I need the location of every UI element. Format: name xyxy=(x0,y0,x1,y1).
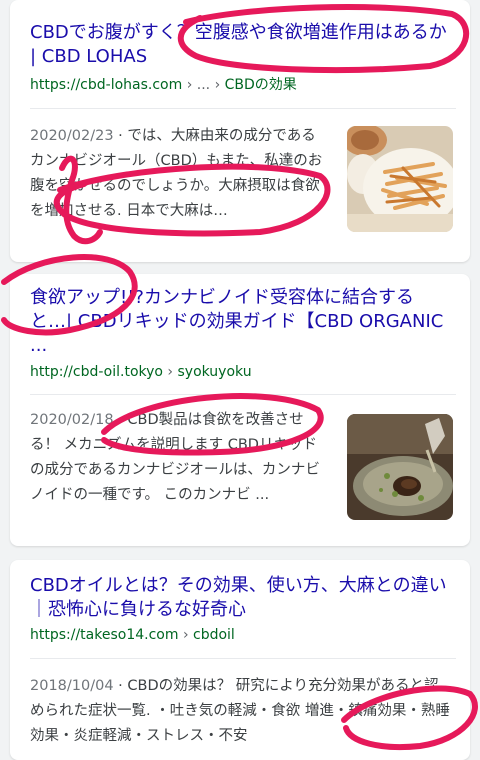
result-url-host: https://cbd-lohas.com xyxy=(30,77,183,93)
result-url[interactable]: https://takeso14.com › cbdoil xyxy=(30,626,456,644)
fried-snack-plate-photo-icon xyxy=(347,126,453,232)
result-snippet: 2020/02/18 · CBD製品は食欲を改善させる！ メカニズムを説明します… xyxy=(30,408,328,508)
result-url-separator: › ... › xyxy=(182,77,225,93)
result-url-separator: › xyxy=(162,364,178,380)
result-date: 2020/02/23 xyxy=(30,128,114,144)
search-result-card: CBDオイルとは？その効果、使い方、大麻との違い｜恐怖心に負けるな好奇心 htt… xyxy=(10,560,470,760)
result-url-path: CBDの効果 xyxy=(224,77,297,93)
result-date: 2018/10/04 xyxy=(30,678,114,694)
result-thumbnail[interactable] xyxy=(347,126,453,232)
result-date: 2020/02/18 xyxy=(30,412,114,428)
result-url-path: syokuyoku xyxy=(177,364,252,380)
result-url-separator: › xyxy=(178,627,193,643)
result-divider xyxy=(30,394,456,395)
result-divider xyxy=(30,108,456,109)
result-title-link[interactable]: CBDオイルとは？その効果、使い方、大麻との違い｜恐怖心に負けるな好奇心 xyxy=(30,574,456,622)
result-url-path: cbdoil xyxy=(193,627,235,643)
result-thumbnail[interactable] xyxy=(347,414,453,520)
herbal-bowl-photo-icon xyxy=(347,414,453,520)
result-divider xyxy=(30,658,456,659)
result-snippet: 2018/10/04 · CBDの効果は？ 研究により充分効果があると認められた… xyxy=(30,674,450,749)
result-url[interactable]: http://cbd-oil.tokyo › syokuyoku xyxy=(30,363,456,381)
result-url-host: https://takeso14.com xyxy=(30,627,179,643)
result-title-link[interactable]: CBDでお腹がすく？空腹感や食欲増進作用はあるか | CBD LOHAS xyxy=(30,21,456,69)
result-url[interactable]: https://cbd-lohas.com › ... › CBDの効果 xyxy=(30,76,456,94)
result-snippet: 2020/02/23 · では、大麻由来の成分であるカンナビジオール（CBD）も… xyxy=(30,124,328,224)
result-url-host: http://cbd-oil.tokyo xyxy=(30,364,163,380)
search-result-card: CBDでお腹がすく？空腹感や食欲増進作用はあるか | CBD LOHAS htt… xyxy=(10,0,470,262)
result-title-link[interactable]: 食欲アップ!!?カンナビノイド受容体に結合すると…| CBDリキッドの効果ガイド… xyxy=(30,286,456,358)
search-result-card: 食欲アップ!!?カンナビノイド受容体に結合すると…| CBDリキッドの効果ガイド… xyxy=(10,274,470,546)
